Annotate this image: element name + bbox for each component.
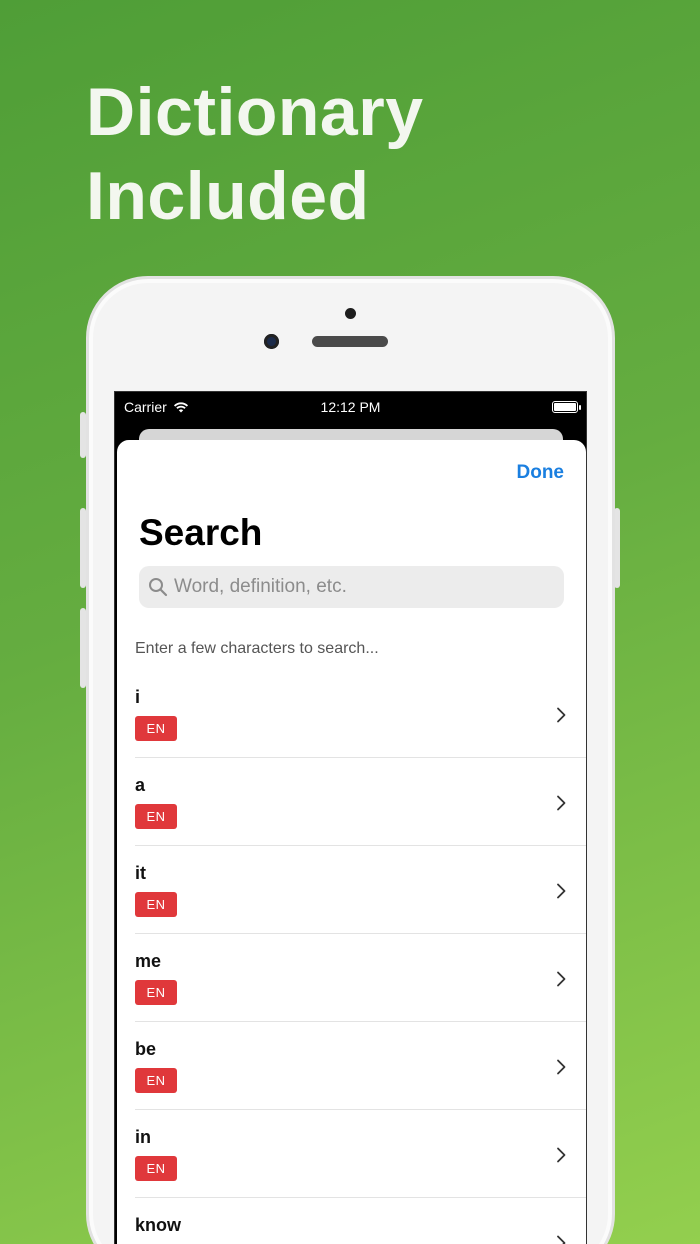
word-label: me: [135, 951, 162, 971]
search-bar[interactable]: [139, 566, 564, 608]
page-title: Search: [139, 512, 263, 553]
phone-camera: [264, 334, 279, 349]
list-item[interactable]: me EN: [135, 934, 586, 1022]
word-label: know: [135, 1215, 182, 1235]
search-sheet: Done Search Enter a few characters to se…: [117, 440, 586, 1244]
list-item[interactable]: know EN: [135, 1198, 586, 1244]
word-label: in: [135, 1127, 151, 1147]
list-item[interactable]: a EN: [135, 758, 586, 846]
chevron-right-icon: [557, 1059, 566, 1075]
word-label: be: [135, 1039, 157, 1059]
promo-line-2: Included: [86, 158, 370, 234]
list-item[interactable]: i EN: [135, 670, 586, 758]
language-badge: EN: [135, 980, 177, 1005]
search-icon: [149, 578, 168, 597]
promo-headline: Dictionary Included: [86, 70, 424, 238]
chevron-right-icon: [557, 1147, 566, 1163]
status-bar: Carrier 12:12 PM: [115, 392, 586, 422]
phone-speaker: [312, 336, 388, 347]
status-time: 12:12 PM: [320, 399, 381, 415]
search-hint: Enter a few characters to search...: [135, 640, 379, 657]
done-button[interactable]: Done: [517, 462, 565, 484]
chevron-right-icon: [557, 707, 566, 723]
language-badge: EN: [135, 892, 177, 917]
chevron-right-icon: [557, 971, 566, 987]
word-label: it: [135, 863, 146, 883]
chevron-right-icon: [557, 883, 566, 899]
word-label: a: [135, 775, 146, 795]
chevron-right-icon: [557, 795, 566, 811]
battery-icon: [552, 401, 581, 413]
chevron-right-icon: [557, 1235, 566, 1244]
search-input[interactable]: [174, 576, 554, 598]
promo-line-1: Dictionary: [86, 74, 424, 150]
phone-sensor: [345, 308, 356, 319]
language-badge: EN: [135, 804, 177, 829]
word-label: i: [135, 687, 141, 707]
list-item[interactable]: it EN: [135, 846, 586, 934]
language-badge: EN: [135, 716, 177, 741]
language-badge: EN: [135, 1068, 177, 1093]
phone-screen: Carrier 12:12 PM Done Search Enter a few…: [114, 391, 587, 1244]
list-item[interactable]: in EN: [135, 1110, 586, 1198]
language-badge: EN: [135, 1156, 177, 1181]
list-item[interactable]: be EN: [135, 1022, 586, 1110]
results-list: i EN a EN it EN me EN be EN in EN know: [135, 670, 586, 1244]
